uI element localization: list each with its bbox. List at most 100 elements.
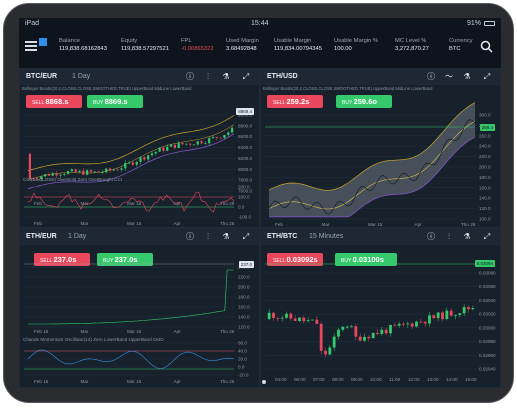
candle-body (384, 329, 388, 334)
candle-body (196, 141, 199, 145)
candle-body (306, 320, 310, 322)
x-tick-label: 11:00 (389, 377, 401, 382)
candle-body (449, 310, 453, 316)
oscillator-legend: CCI(14,CLOSE) OverSold Zero OverBought C… (23, 177, 122, 182)
candle-body (454, 315, 457, 316)
x-tick-label: Apr (174, 329, 182, 334)
y-tick-label: 8000.0 (238, 167, 252, 172)
candle-body (371, 332, 375, 339)
y-tick-label: -100.0 (238, 215, 251, 220)
candle-body (267, 312, 271, 319)
y-tick-label: 200.0 (479, 165, 491, 170)
candle-body (350, 326, 353, 328)
y-tick-label: 8800.0 (238, 123, 252, 128)
x-tick-label: 08:00 (332, 377, 344, 382)
y-tick-label: 220.0 (479, 154, 491, 159)
candle-body (208, 138, 211, 144)
x-tick-label: Mar 15 (368, 222, 383, 227)
metric-balance: Balance 119,838.68162843 (59, 38, 107, 52)
candle-body (51, 173, 54, 176)
y-tick-label: 8200.0 (238, 156, 252, 161)
candle-body (101, 172, 104, 174)
candle-body (280, 317, 284, 319)
y-tick-label: 0.03060 (479, 284, 496, 289)
x-tick-label: Thu 26 (220, 379, 235, 384)
x-tick-label: 15:00 (465, 377, 477, 382)
candle-body (44, 174, 47, 177)
x-tick-label: Feb (275, 222, 283, 227)
y-tick-label: 200.0 (238, 185, 250, 190)
candle-body (298, 317, 301, 321)
candle-body (324, 350, 327, 355)
y-tick-label: 0.03080 (479, 271, 496, 276)
price-chart[interactable]: 240.0220.0200.0180.0160.0140.0120.0Feb 1… (20, 229, 260, 388)
price-chart[interactable]: 300.0280.0260.0240.0220.0200.0180.0160.0… (261, 69, 501, 228)
candle-body (345, 326, 349, 328)
y-tick-label: 60.0 (238, 341, 247, 346)
x-tick-label: 10:00 (370, 377, 382, 382)
x-tick-label: Thu 26 (220, 329, 235, 334)
y-tick-label: 200.0 (238, 285, 250, 290)
candle-body (315, 319, 319, 324)
y-tick-label: 0.03040 (479, 298, 496, 303)
candle-body (467, 307, 470, 310)
y-tick-label: 120.0 (479, 206, 491, 211)
candle-body (169, 144, 173, 147)
candle-body (59, 174, 62, 176)
battery-icon (484, 21, 495, 26)
candle-body (223, 134, 226, 138)
y-tick-label: 0.03020 (479, 312, 496, 317)
carrier-label: iPad (25, 20, 40, 27)
bollinger-band-area (269, 102, 475, 217)
y-tick-label: 160.0 (238, 305, 250, 310)
x-tick-label: Mar (81, 379, 89, 384)
candle-body (189, 143, 192, 145)
price-chart[interactable]: 9000.08800.08600.08400.08200.08000.07800… (20, 69, 260, 228)
candle-body (436, 312, 440, 319)
metric-currency: Currency BTC (449, 38, 473, 52)
candle-body (471, 308, 475, 310)
candle-body (341, 326, 345, 330)
candle-body (363, 336, 366, 341)
bollinger-upper (27, 115, 235, 171)
candle-body (227, 132, 230, 135)
chart-panel-btc-eur: BTC/EUR 1 Day ⓘ ⫶ ⚗ ⤢ Bollinger Bands(20… (19, 68, 260, 228)
account-toolbar: Balance 119,838.68162843 Equity 119,838.57… (19, 30, 501, 68)
search-icon[interactable] (480, 40, 493, 53)
y-tick-label: 120.0 (238, 325, 250, 330)
metric-mc-level: MC Level % 3,272,870.27 (395, 38, 429, 52)
candle-body (367, 336, 371, 339)
price-chart[interactable]: 0.03080 0.03060 0.03040 0.03020 0.03000 0.029… (261, 229, 501, 388)
candle-body (402, 323, 405, 325)
metric-fpl: FPL -0.00865322 (181, 38, 214, 52)
candle-body (143, 157, 146, 160)
x-tick-label: Mar (81, 329, 89, 334)
candle-body (97, 171, 100, 173)
candle-body (124, 162, 127, 169)
candle-body (108, 168, 112, 171)
x-tick-label: Mar (322, 222, 330, 227)
candle-body (158, 147, 161, 152)
candle-body (293, 318, 297, 321)
candle-body (177, 143, 180, 149)
x-tick-label: Apr (415, 222, 423, 227)
candle-body (230, 127, 234, 133)
current-price-tag: 237.0 (238, 261, 254, 268)
candle-body (332, 336, 336, 348)
candle-body (166, 146, 169, 151)
menu-icon[interactable] (25, 41, 37, 51)
candle-body (120, 168, 123, 170)
x-tick-label: Mar (81, 221, 89, 226)
candle-body (289, 313, 293, 319)
candle-body (162, 147, 165, 151)
chart-panel-eth-btc: ETH/BTC 15 Minutes ⓘ ⫶ ⚗ ⤢ SELL 0.03092s… (260, 228, 501, 388)
y-tick-label: 20.0 (238, 357, 247, 362)
candle-body (211, 137, 215, 139)
candle-body (458, 313, 462, 316)
metric-usable-margin: Usable Margin 119,834.00794345 (274, 38, 322, 52)
x-tick-label: Apr (174, 221, 182, 226)
app-screen: iPad 15:44 91% Balance 119,838.68162843 E… (19, 18, 501, 388)
y-tick-label: 8600.0 (238, 134, 252, 139)
candle-body (86, 170, 89, 175)
y-tick-label: 0.0 (238, 365, 245, 370)
